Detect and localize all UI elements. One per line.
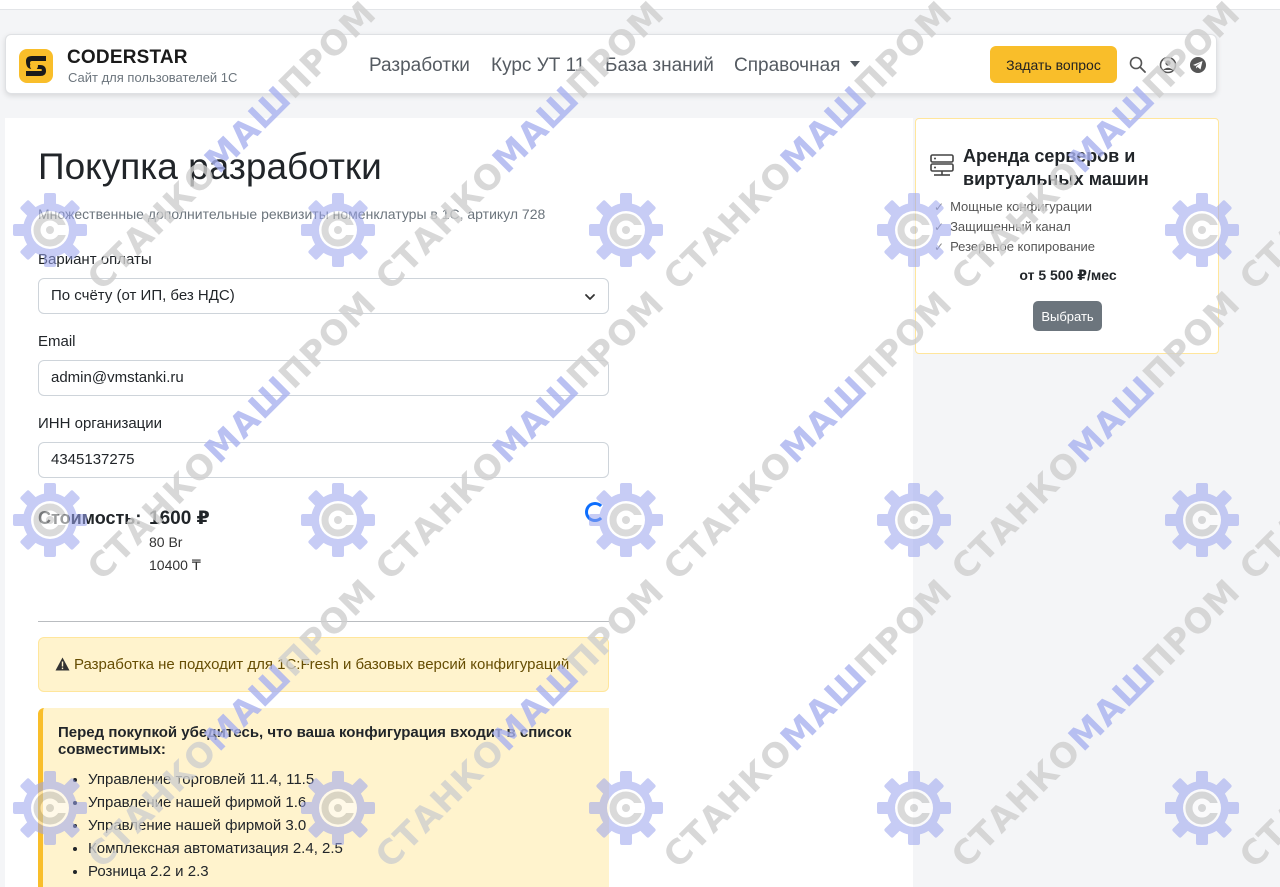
search-icon[interactable] xyxy=(1128,55,1148,75)
watermark-text: СТАНКОМАШПРОМ xyxy=(1232,730,1280,877)
server-rental-ad-card: Аренда серверов и виртуальных машин ✓ Мощ… xyxy=(915,118,1219,354)
feature-label: Резервное копирование xyxy=(950,239,1096,254)
nav-item-reference-dropdown[interactable]: Справочная xyxy=(734,55,861,77)
caret-down-icon xyxy=(850,61,861,67)
watermark-gear-icon xyxy=(1163,769,1241,852)
feature-label: Защищенный канал xyxy=(950,219,1071,234)
server-rental-title: Аренда серверов и виртуальных машин xyxy=(963,146,1149,189)
top-navbar: CODERSTAR Сайт для пользователей 1С Разр… xyxy=(5,34,1217,94)
coderstar-logo-icon[interactable] xyxy=(19,49,53,83)
payment-method-select[interactable]: По счёту (от ИП, без НДС) xyxy=(38,278,609,314)
feature-label: Мощные конфигурации xyxy=(950,199,1093,214)
list-item: Управление торговлей 11.4, 11.5 xyxy=(88,768,609,791)
email-label: Email xyxy=(38,333,76,350)
brand-title[interactable]: CODERSTAR xyxy=(67,47,188,69)
server-price: от 5 500 ₽/мес xyxy=(1019,267,1117,283)
feature-item: ✓ Резервное копирование xyxy=(934,239,1095,254)
loading-spinner-icon xyxy=(585,502,605,522)
fresh-warning-alert: Разработка не подходит для 1С:Fresh и ба… xyxy=(38,637,609,692)
server-icon xyxy=(930,154,954,176)
page-title: Покупка разработки xyxy=(38,146,382,187)
chevron-down-icon xyxy=(585,294,595,300)
email-field[interactable]: admin@vmstanki.ru xyxy=(38,360,609,396)
payment-method-label: Вариант оплаты xyxy=(38,251,152,268)
purchase-form-card: Покупка разработки Множественные дополни… xyxy=(5,118,913,887)
watermark-text: СТАНКОМАШПРОМ xyxy=(1232,152,1280,299)
list-item: Розница 2.2 и 2.3 xyxy=(88,860,609,883)
ask-question-button[interactable]: Задать вопрос xyxy=(990,46,1117,83)
check-icon: ✓ xyxy=(934,200,945,214)
warning-triangle-icon xyxy=(55,657,70,671)
nav-item-knowledge-base[interactable]: База знаний xyxy=(605,55,714,77)
brand-subtitle: Сайт для пользователей 1С xyxy=(68,70,238,85)
nav-item-developments[interactable]: Разработки xyxy=(369,55,470,77)
compatibility-note: Перед покупкой убедитесь, что ваша конфи… xyxy=(38,708,609,887)
telegram-icon[interactable] xyxy=(1188,55,1208,75)
nav-item-reference-label: Справочная xyxy=(734,55,841,76)
watermark-text: СТАНКОМАШПРОМ xyxy=(1232,442,1280,589)
check-icon: ✓ xyxy=(934,220,945,234)
cost-label: Стоимость: xyxy=(38,508,142,528)
list-item: Управление нашей фирмой 3.0 xyxy=(88,814,609,837)
compat-list: Управление торговлей 11.4, 11.5 Управлен… xyxy=(58,768,609,883)
list-item: Управление нашей фирмой 1.6 xyxy=(88,791,609,814)
product-subtitle: Множественные дополнительные реквизиты н… xyxy=(38,206,546,222)
cost-rub: 1600 ₽ xyxy=(149,508,210,529)
compat-title: Перед покупкой убедитесь, что ваша конфи… xyxy=(58,724,572,758)
nav-item-course-ut11[interactable]: Курс УТ 11 xyxy=(491,55,585,77)
payment-method-value: По счёту (от ИП, без НДС) xyxy=(51,287,235,304)
watermark-text: СТАНКОМАШПРОМ xyxy=(944,571,1249,877)
inn-label: ИНН организации xyxy=(38,415,163,432)
browser-top-strip xyxy=(0,0,1280,10)
inn-field[interactable]: 4345137275 xyxy=(38,442,609,478)
check-icon: ✓ xyxy=(934,240,945,254)
watermark-gear-icon xyxy=(1163,481,1241,564)
feature-item: ✓ Мощные конфигурации xyxy=(934,199,1092,214)
warning-text: Разработка не подходит для 1С:Fresh и ба… xyxy=(74,656,570,673)
divider xyxy=(38,621,609,622)
feature-item: ✓ Защищенный канал xyxy=(934,219,1071,234)
cost-kzt: 10400 ₸ xyxy=(149,557,201,573)
user-account-icon[interactable] xyxy=(1158,55,1178,75)
list-item: Комплексная автоматизация 2.4, 2.5 xyxy=(88,837,609,860)
choose-button[interactable]: Выбрать xyxy=(1033,301,1102,331)
cost-byn: 80 Br xyxy=(149,534,183,550)
